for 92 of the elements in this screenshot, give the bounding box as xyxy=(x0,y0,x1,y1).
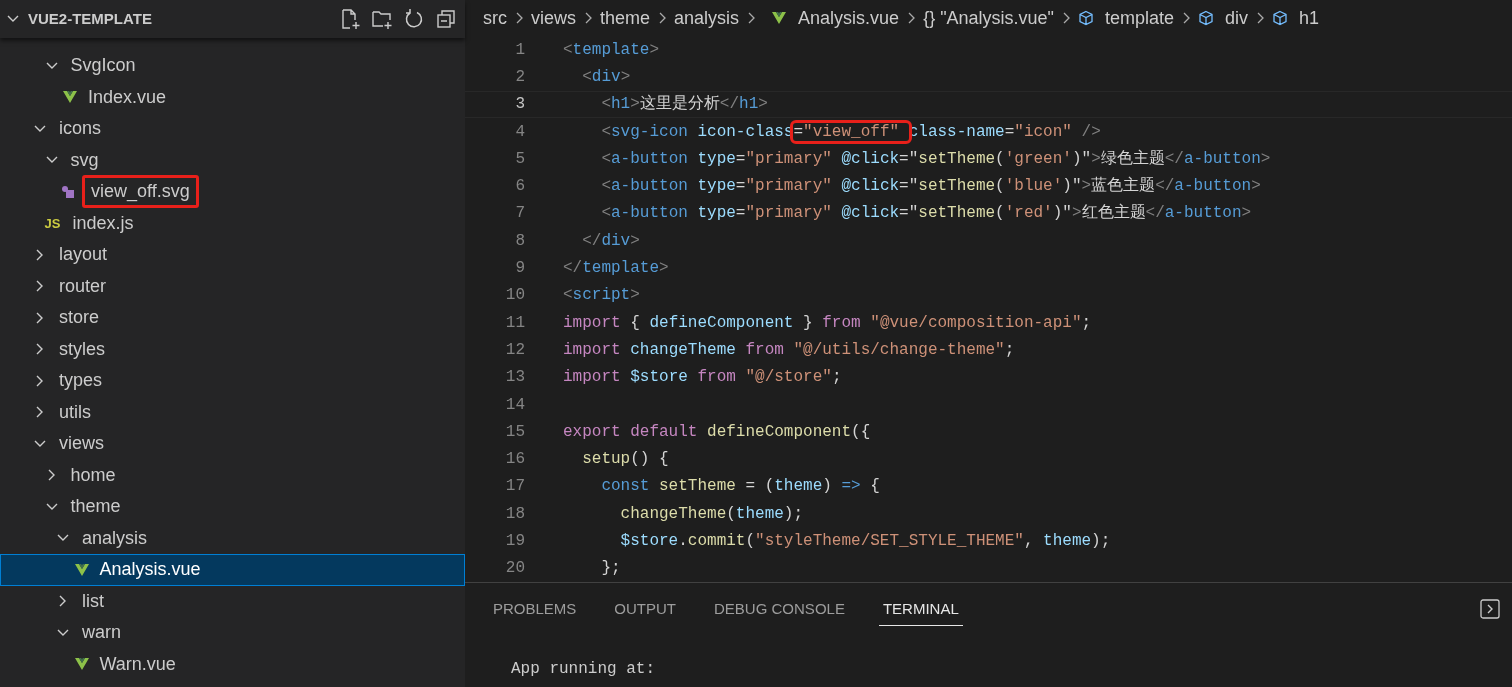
code-line: <div> xyxy=(581,66,631,88)
line-number: 16 xyxy=(504,449,525,471)
tree-item[interactable]: svg xyxy=(0,144,465,176)
line-number: 11 xyxy=(504,312,525,334)
line-number: 3 xyxy=(514,94,525,116)
breadcrumb-label: template xyxy=(1105,6,1175,30)
code-line: </div> xyxy=(581,230,640,252)
terminal-icon[interactable] xyxy=(1480,599,1500,619)
code-line: <svg-icon icon-class="view_off" class-name="icon" /> xyxy=(563,119,1101,144)
tree-item[interactable]: Index.vue xyxy=(0,81,465,113)
tree-item[interactable]: router xyxy=(0,270,465,302)
code-line: </template> xyxy=(563,258,669,279)
panel-tab[interactable]: DEBUG CONSOLE xyxy=(710,592,849,626)
tree-item[interactable]: utils xyxy=(0,396,465,428)
line-number: 2 xyxy=(514,66,525,88)
cube-icon xyxy=(1272,10,1289,26)
line-number: 4 xyxy=(514,121,525,143)
tree-item[interactable]: views xyxy=(0,428,465,460)
code-line: }; xyxy=(600,558,621,580)
tree-item[interactable]: icons xyxy=(0,113,465,145)
tree-item[interactable]: home xyxy=(0,459,465,491)
tree-item[interactable]: view_off.svg xyxy=(0,176,465,208)
breadcrumb-label[interactable]: theme xyxy=(600,4,651,32)
line-number: 1 xyxy=(514,39,525,61)
line-number: 8 xyxy=(514,230,525,252)
line-number: 5 xyxy=(514,148,525,170)
code-line: import { defineComponent } from "@vue/composition-api"; xyxy=(563,312,1092,334)
tree-item[interactable]: styles xyxy=(0,333,465,365)
terminal-line: App running at: xyxy=(511,659,657,680)
line-number: 17 xyxy=(504,476,525,498)
line-number: 10 xyxy=(504,285,525,307)
code-line: const setTheme = (theme) => { xyxy=(600,476,880,498)
code-line: <a-button type="primary" @click="setTheme('green')">绿色主题</a-button> xyxy=(600,148,1271,170)
breadcrumb-label: "Analysis.vue" xyxy=(940,6,1054,30)
line-number: 6 xyxy=(514,176,525,198)
tree-item[interactable]: Analysis.vue xyxy=(0,554,465,586)
breadcrumb-label[interactable]: analysis xyxy=(674,4,740,32)
breadcrumb-label: div xyxy=(1225,6,1249,30)
breadcrumb-item[interactable]: Analysis.vue xyxy=(763,4,900,32)
js-file-icon: JS xyxy=(44,213,61,233)
refresh-icon[interactable] xyxy=(403,8,425,30)
new-folder-icon[interactable] xyxy=(371,8,393,30)
code-line: export default defineComponent({ xyxy=(563,421,871,443)
line-number: 19 xyxy=(504,531,525,552)
tree-item[interactable]: store xyxy=(0,302,465,334)
breadcrumb-item[interactable]: div xyxy=(1198,4,1249,32)
tree-item[interactable]: list xyxy=(0,585,465,617)
breadcrumb-item[interactable]: {} "Analysis.vue" xyxy=(923,4,1054,32)
breadcrumb-label[interactable]: src xyxy=(483,4,507,32)
breadcrumb-item[interactable]: template xyxy=(1078,4,1175,32)
tree-item[interactable]: types xyxy=(0,365,465,397)
explorer-title: VUE2-TEMPLATE xyxy=(28,8,152,29)
vue-file-icon xyxy=(771,10,788,26)
line-number: 14 xyxy=(504,394,525,416)
breadcrumb-label: Analysis.vue xyxy=(798,6,900,30)
line-number: 20 xyxy=(504,558,525,580)
collapse-all-icon[interactable] xyxy=(435,8,457,30)
tree-item[interactable]: analysis xyxy=(0,522,465,554)
tree-item[interactable]: JS index.js xyxy=(0,207,465,239)
tree-item[interactable]: theme xyxy=(0,491,465,523)
code-line: import $store from "@/store"; xyxy=(563,367,842,389)
braces-icon: {} xyxy=(923,4,936,32)
tree-item[interactable]: SvgIcon xyxy=(0,50,465,82)
line-number: 18 xyxy=(504,503,525,525)
line-number: 13 xyxy=(504,367,525,389)
line-number: 15 xyxy=(504,421,525,443)
line-number: 7 xyxy=(514,203,525,225)
breadcrumb-label: h1 xyxy=(1299,6,1320,30)
code-line: setup() { xyxy=(581,449,669,471)
shapes-icon xyxy=(60,183,76,200)
panel-tab[interactable]: TERMINAL xyxy=(878,592,963,626)
tree-item[interactable]: warn xyxy=(0,617,465,649)
code-line: $store.commit("styleTheme/SET_STYLE_THEME", theme); xyxy=(619,531,1111,552)
tree-item[interactable]: Warn.vue xyxy=(0,648,465,680)
code-line: <a-button type="primary" @click="setTheme('red')">红色主题</a-button> xyxy=(600,202,1252,225)
cube-icon xyxy=(1198,10,1215,26)
code-line: <a-button type="primary" @click="setTheme('blue')">蓝色主题</a-button> xyxy=(600,175,1261,198)
line-number: 9 xyxy=(514,258,525,279)
breadcrumb-item[interactable]: h1 xyxy=(1272,4,1320,32)
code-line: <template> xyxy=(563,39,660,61)
tree-item[interactable]: layout xyxy=(0,239,465,271)
panel-tab[interactable]: OUTPUT xyxy=(610,592,681,626)
code-line: changeTheme(theme); xyxy=(619,503,804,525)
code-line: <script> xyxy=(563,285,640,307)
code-line: <h1>这里是分析</h1> xyxy=(600,93,768,116)
code-line: import changeTheme from "@/utils/change-theme"; xyxy=(563,339,1015,361)
line-number: 12 xyxy=(504,339,525,361)
panel-tab[interactable]: PROBLEMS xyxy=(489,592,581,626)
vue-file-icon xyxy=(73,561,90,578)
cube-icon xyxy=(1078,10,1094,26)
new-file-icon[interactable] xyxy=(339,8,361,30)
breadcrumb-label[interactable]: views xyxy=(531,4,576,32)
